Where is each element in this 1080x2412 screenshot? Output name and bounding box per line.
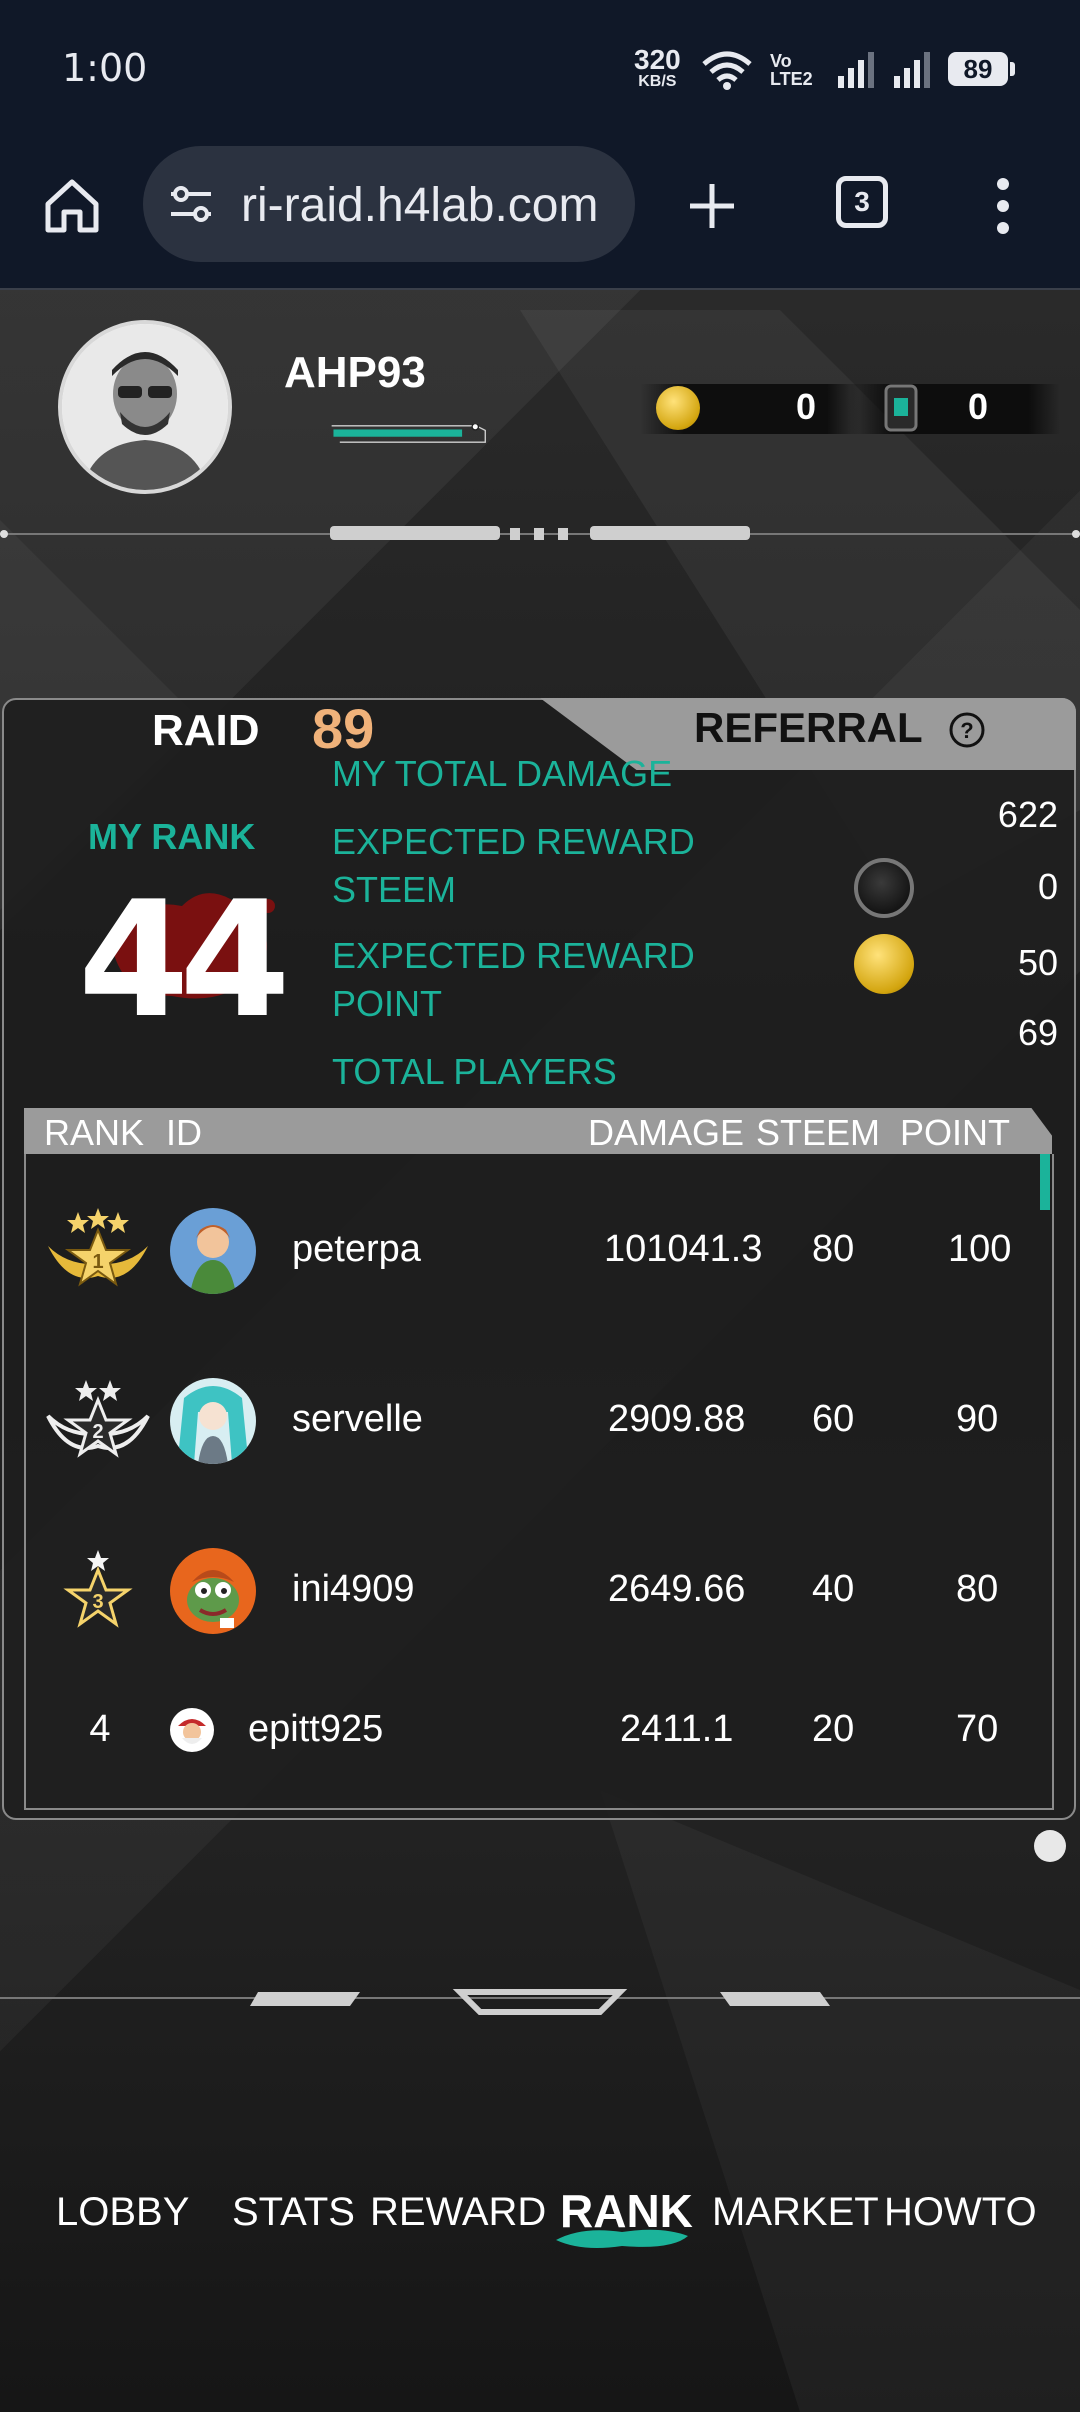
row-damage: 2909.88 xyxy=(608,1398,746,1440)
help-icon[interactable]: ? xyxy=(948,711,986,749)
ini4909-avatar-art xyxy=(187,1570,239,1628)
col-point-header: POINT xyxy=(900,1112,1011,1153)
row-point: 100 xyxy=(948,1228,1012,1270)
reward-point-label-line2: POINT xyxy=(332,983,443,1024)
reward-steem-value: 0 xyxy=(1037,866,1058,907)
steem-icon xyxy=(854,858,914,918)
xp-progress-bar xyxy=(331,424,486,443)
nav-reward[interactable]: REWARD xyxy=(370,2190,546,2235)
status-icons: Vo LTE2 xyxy=(700,48,932,92)
network-speed: 320 KB/S xyxy=(634,46,681,90)
address-bar[interactable]: ri-raid.h4lab.com xyxy=(143,146,635,262)
signal-icon-sim1 xyxy=(838,52,874,88)
row-rank-number: 4 xyxy=(89,1708,111,1750)
epitt925-avatar-art xyxy=(178,1719,206,1744)
row-steem: 40 xyxy=(812,1568,855,1610)
table-scrollbar[interactable] xyxy=(1040,1154,1050,1210)
row-player-id: peterpa xyxy=(292,1228,421,1270)
total-players-value: 69 xyxy=(1017,1012,1058,1053)
tab-raid[interactable]: RAID xyxy=(152,706,260,756)
nav-lobby[interactable]: LOBBY xyxy=(56,2190,189,2235)
total-players-label: TOTAL PLAYERS xyxy=(332,1051,617,1092)
col-id-header: ID xyxy=(166,1112,202,1153)
rank-2-badge-number: 2 xyxy=(92,1421,103,1443)
avatar[interactable] xyxy=(170,1378,256,1464)
nav-market[interactable]: MARKET xyxy=(712,2190,879,2235)
network-speed-value: 320 xyxy=(634,44,681,75)
col-steem-header: STEEM xyxy=(756,1112,881,1153)
silver-rank-badge-icon: 2 xyxy=(46,1380,150,1458)
wifi-icon xyxy=(702,51,752,90)
nav-howto[interactable]: HOWTO xyxy=(884,2190,1037,2235)
row-player-id: epitt925 xyxy=(248,1708,384,1750)
reward-steem-label-line1: EXPECTED REWARD xyxy=(332,821,695,862)
reward-point-label: EXPECTED REWARD POINT xyxy=(332,932,695,1028)
battery-icon: 89 xyxy=(948,52,1015,86)
col-damage-header: DAMAGE xyxy=(588,1112,745,1153)
browser-toolbar: ri-raid.h4lab.com 3 xyxy=(0,140,1080,290)
my-rank-label: MY RANK xyxy=(88,816,256,857)
avatar-portrait xyxy=(62,324,228,490)
row-point: 80 xyxy=(956,1568,999,1610)
row-point: 90 xyxy=(956,1398,999,1440)
row-steem: 20 xyxy=(812,1708,855,1750)
username: AHP93 xyxy=(284,348,426,397)
gold-rank-badge-icon: 1 xyxy=(48,1208,148,1287)
point-coin-icon xyxy=(854,934,914,994)
avatar[interactable] xyxy=(170,1708,214,1752)
svg-text:?: ? xyxy=(960,718,973,743)
reward-point-value: 50 xyxy=(1017,942,1058,983)
peterpa-avatar-art xyxy=(190,1225,236,1294)
profile-avatar[interactable] xyxy=(58,320,232,494)
my-rank-value: 44 xyxy=(78,866,291,1053)
bronze-rank-badge-icon: 3 xyxy=(63,1550,133,1628)
new-tab-icon[interactable] xyxy=(686,180,738,232)
card-count: 0 xyxy=(967,386,988,427)
avatar[interactable] xyxy=(170,1208,256,1294)
site-settings-icon[interactable] xyxy=(167,182,215,226)
row-steem: 80 xyxy=(812,1228,855,1270)
servelle-avatar-art xyxy=(178,1386,248,1464)
volte-indicator: Vo LTE2 xyxy=(770,51,813,89)
row-damage: 2649.66 xyxy=(608,1568,746,1610)
signal-icon-sim2 xyxy=(894,52,930,88)
avatar[interactable] xyxy=(170,1548,256,1634)
row-damage: 2411.1 xyxy=(620,1708,734,1750)
more-menu-icon[interactable] xyxy=(996,176,1010,236)
url-text: ri-raid.h4lab.com xyxy=(241,179,599,232)
reward-steem-label: EXPECTED REWARD STEEM xyxy=(332,818,695,914)
nav-rank[interactable]: RANK xyxy=(560,2184,693,2238)
status-time: 1:00 xyxy=(62,46,148,90)
nav-stats[interactable]: STATS xyxy=(232,2190,355,2235)
row-steem: 60 xyxy=(812,1398,855,1440)
row-damage: 101041.3 xyxy=(604,1228,763,1270)
col-rank-header: RANK xyxy=(44,1112,145,1153)
row-point: 70 xyxy=(956,1708,999,1750)
network-speed-unit: KB/S xyxy=(638,73,677,90)
tab-referral-label: REFERRAL xyxy=(694,704,923,751)
status-bar: 1:00 320 KB/S Vo LTE2 89 xyxy=(0,0,1080,140)
row-player-id: ini4909 xyxy=(292,1568,415,1610)
total-damage-value: 622 xyxy=(997,794,1058,835)
reward-steem-label-line2: STEEM xyxy=(332,869,457,910)
total-damage-label: MY TOTAL DAMAGE xyxy=(332,753,673,794)
row-player-id: servelle xyxy=(292,1398,423,1440)
coin-count: 0 xyxy=(795,386,816,427)
home-icon[interactable] xyxy=(42,176,102,236)
reward-point-label-line1: EXPECTED REWARD xyxy=(332,935,695,976)
rank-3-badge-number: 3 xyxy=(92,1591,103,1613)
tab-switcher-button[interactable]: 3 xyxy=(836,176,888,228)
rank-1-badge-number: 1 xyxy=(92,1251,103,1273)
coin-icon xyxy=(656,386,700,430)
